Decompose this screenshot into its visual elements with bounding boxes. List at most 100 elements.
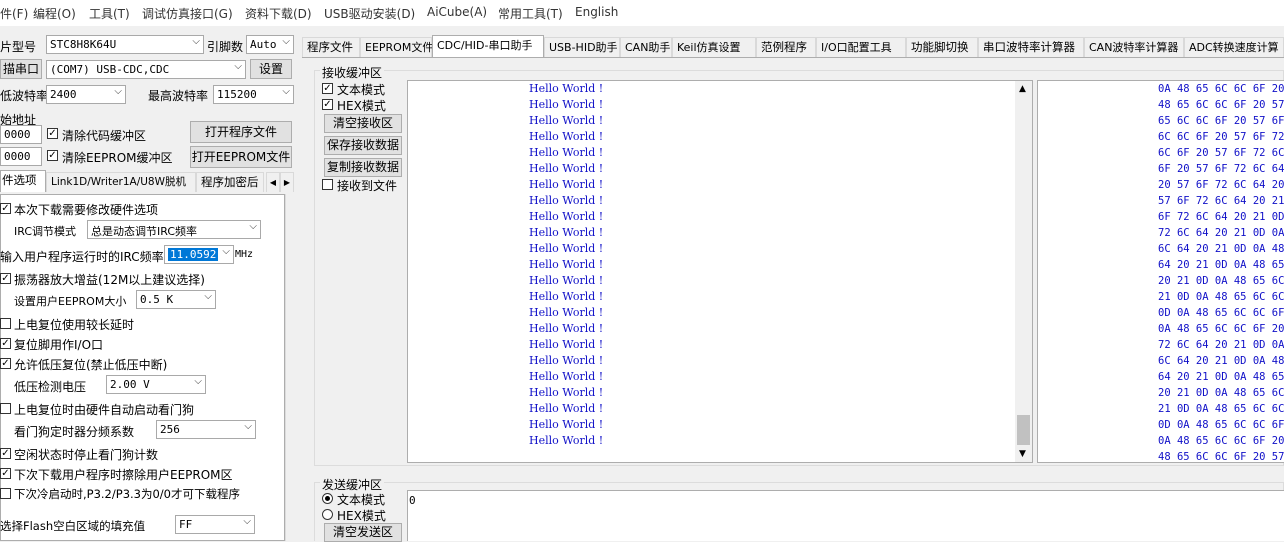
menu-english[interactable]: English — [575, 5, 618, 19]
menu-download[interactable]: 资料下载(D) — [245, 5, 312, 22]
menu-aicube[interactable]: AiCube(A) — [427, 5, 487, 19]
modify-hw-checkbox[interactable]: ✓ — [0, 203, 11, 214]
max-baud-select[interactable]: 115200 ⌵ — [213, 85, 294, 104]
receive-to-file-checkbox[interactable] — [322, 179, 333, 190]
min-baud-select[interactable]: 2400 ⌵ — [46, 85, 126, 104]
receive-line: Hello World ! — [529, 194, 604, 207]
receive-hex-line: 6C 6F 20 57 6F 72 6C — [1158, 147, 1284, 159]
lvr-label: 允许低压复位(禁止低压中断) — [14, 358, 168, 372]
address-input-code[interactable]: 0000 — [0, 125, 42, 144]
menu-debug[interactable]: 调试仿真接口(G) — [142, 5, 233, 22]
pin-count-select[interactable]: Auto ⌵ — [246, 35, 294, 54]
irc-mode-select[interactable]: 总是动态调节IRC频率 ⌵ — [87, 220, 261, 239]
flash-fill-select[interactable]: FF ⌵ — [175, 515, 255, 534]
menu-usb-driver[interactable]: USB驱动安装(D) — [324, 5, 415, 22]
tab-examples[interactable]: 范例程序 — [756, 37, 816, 57]
scroll-thumb[interactable] — [1017, 415, 1030, 445]
erase-eeprom-checkbox[interactable]: ✓ — [0, 468, 11, 479]
long-delay-checkbox[interactable] — [0, 318, 11, 329]
idle-wdt-checkbox[interactable]: ✓ — [0, 448, 11, 459]
settings-button[interactable]: 设置 — [250, 59, 292, 79]
menu-tools[interactable]: 工具(T) — [89, 5, 130, 22]
osc-gain-checkbox[interactable]: ✓ — [0, 273, 11, 284]
open-program-file-button[interactable]: 打开程序文件 — [190, 121, 292, 143]
menu-bar: 件(F) 编程(O) 工具(T) 调试仿真接口(G) 资料下载(D) USB驱动… — [0, 0, 1284, 26]
save-receive-button[interactable]: 保存接收数据 — [324, 136, 402, 155]
receive-line: Hello World ! — [529, 338, 604, 351]
options-scrollbar[interactable] — [285, 194, 297, 541]
chevron-down-icon: ⌵ — [194, 376, 202, 387]
receive-hex-area[interactable]: 0A 48 65 6C 6C 6F 20 48 65 6C 6C 6F 20 57… — [1037, 80, 1284, 463]
tab-eeprom-file[interactable]: EEPROM文件 — [360, 37, 433, 57]
clear-code-checkbox[interactable]: ✓ — [47, 128, 58, 139]
tab-offline-writer[interactable]: Link1D/Writer1A/U8W脱机 — [46, 172, 196, 192]
lvd-select[interactable]: 2.00 V ⌵ — [106, 375, 206, 394]
receive-scrollbar[interactable]: ▲ ▼ — [1015, 81, 1032, 462]
send-text-area[interactable]: 0 — [407, 490, 1284, 541]
irc-frequency-select[interactable]: 11.0592 ⌵ — [164, 245, 234, 264]
port-select[interactable]: (COM7) USB-CDC,CDC ⌵ — [46, 60, 246, 79]
receive-line: Hello World ! — [529, 114, 604, 127]
tab-encryption[interactable]: 程序加密后 — [196, 172, 264, 192]
menu-file[interactable]: 件(F) — [0, 5, 28, 22]
clear-receive-button[interactable]: 清空接收区 — [324, 114, 402, 133]
lvd-label: 低压检测电压 — [14, 380, 87, 394]
receive-hex-mode-checkbox[interactable]: ✓ — [322, 99, 333, 110]
clear-eeprom-label: 清除EEPROM缓冲区 — [62, 151, 173, 165]
receive-line: Hello World ! — [529, 242, 604, 255]
send-text-mode-radio[interactable] — [322, 493, 333, 504]
receive-line: Hello World ! — [529, 130, 604, 143]
p32-checkbox[interactable] — [0, 488, 11, 499]
min-baud-label: 低波特率 — [0, 89, 49, 103]
chip-model-select[interactable]: STC8H8K64U ⌵ — [46, 35, 204, 54]
tab-hardware-options[interactable]: 件选项 — [0, 170, 46, 192]
tab-serial-assistant[interactable]: CDC/HID-串口助手 — [432, 35, 544, 57]
reset-io-checkbox[interactable]: ✓ — [0, 338, 11, 349]
wdt-divider-label: 看门狗定时器分频系数 — [14, 425, 135, 439]
lvr-checkbox[interactable]: ✓ — [0, 358, 11, 369]
wdt-checkbox[interactable] — [0, 403, 11, 414]
wdt-divider-select[interactable]: 256 ⌵ — [156, 420, 256, 439]
clear-send-button[interactable]: 清空发送区 — [324, 523, 402, 542]
scroll-down-arrow-icon[interactable]: ▼ — [1019, 449, 1026, 459]
eeprom-size-select[interactable]: 0.5 K ⌵ — [136, 290, 216, 309]
long-delay-label: 上电复位使用较长延时 — [14, 318, 135, 332]
chevron-down-icon: ⌵ — [204, 291, 212, 302]
receive-line: Hello World ! — [529, 370, 604, 383]
tab-scroll-right[interactable]: ▶ — [280, 172, 294, 192]
tab-scroll-left[interactable]: ◀ — [266, 172, 280, 192]
receive-line: Hello World ! — [529, 226, 604, 239]
receive-hex-mode-label: HEX模式 — [337, 99, 386, 113]
receive-line: Hello World ! — [529, 210, 604, 223]
tab-adc-calc[interactable]: ADC转换速度计算 — [1184, 37, 1284, 57]
receive-text-area[interactable]: Hello World ! Hello World ! Hello World ! H… — [407, 80, 1033, 463]
flash-fill-label: 选择Flash空白区域的填充值 — [0, 519, 146, 533]
scan-port-button[interactable]: 描串口 — [0, 59, 42, 79]
receive-hex-line: 57 6F 72 6C 64 20 21 — [1158, 195, 1284, 207]
open-eeprom-file-button[interactable]: 打开EEPROM文件 — [190, 146, 292, 168]
tab-keil[interactable]: Keil仿真设置 — [672, 37, 756, 57]
tab-io-config[interactable]: I/O口配置工具 — [816, 37, 906, 57]
send-hex-mode-radio[interactable] — [322, 509, 333, 520]
tab-can[interactable]: CAN助手 — [620, 37, 672, 57]
receive-text-mode-checkbox[interactable]: ✓ — [322, 83, 333, 94]
receive-hex-line: 20 21 0D 0A 48 65 6C — [1158, 387, 1284, 399]
scroll-up-arrow-icon[interactable]: ▲ — [1019, 84, 1026, 94]
receive-line: Hello World ! — [529, 402, 604, 415]
tab-program-file[interactable]: 程序文件 — [302, 37, 360, 57]
menu-program[interactable]: 编程(O) — [33, 5, 76, 22]
tab-usb-hid[interactable]: USB-HID助手 — [544, 37, 620, 57]
receive-line: Hello World ! — [529, 418, 604, 431]
chip-model-label: 片型号 — [0, 40, 37, 54]
copy-receive-button[interactable]: 复制接收数据 — [324, 158, 402, 177]
receive-hex-line: 72 6C 64 20 21 0D 0A — [1158, 227, 1284, 239]
tab-pin-switch[interactable]: 功能脚切换 — [906, 37, 978, 57]
chevron-down-icon: ⌵ — [192, 36, 200, 47]
clear-eeprom-checkbox[interactable]: ✓ — [47, 150, 58, 161]
menu-common-tools[interactable]: 常用工具(T) — [498, 5, 563, 22]
tab-can-baud-calc[interactable]: CAN波特率计算器 — [1084, 37, 1184, 57]
tab-baud-calc[interactable]: 串口波特率计算器 — [978, 37, 1084, 57]
receive-hex-line: 0A 48 65 6C 6C 6F 20 — [1158, 83, 1284, 95]
address-input-eeprom[interactable]: 0000 — [0, 147, 42, 166]
receive-hex-line: 20 57 6F 72 6C 64 20 — [1158, 179, 1284, 191]
